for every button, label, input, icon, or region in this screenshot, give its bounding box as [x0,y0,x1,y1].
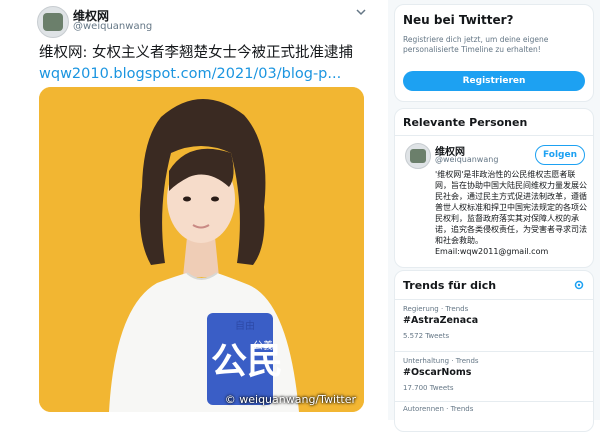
person-handle[interactable]: @weiquanwang [435,155,498,164]
trend-tag[interactable]: #AstraZenaca [403,315,585,326]
divider [395,401,593,402]
divider [395,299,593,300]
trend-item[interactable]: Unterhaltung · Trends #OscarNoms 17.700 … [403,357,585,399]
photo-credit: © weiquanwang/Twitter [224,393,356,406]
chevron-down-icon[interactable] [355,6,367,18]
tweet-photo[interactable]: 自由 公民 公義 © weiquanwang/Twitter [39,87,364,412]
trend-meta: Autorennen · Trends [403,405,474,413]
divider [395,135,593,136]
follow-button[interactable]: Folgen [535,145,585,165]
trends-panel: Trends für dich Regierung · Trends #Astr… [394,270,594,432]
author-avatar[interactable] [37,6,69,38]
divider [395,351,593,352]
signup-description: Registriere dich jetzt, um deine eigene … [403,35,549,54]
author-handle[interactable]: @weiquanwang [73,21,152,32]
trends-title: Trends für dich [403,279,497,292]
trend-meta: Regierung · Trends [403,305,469,313]
trend-item[interactable]: Regierung · Trends #AstraZenaca 5.572 Tw… [403,305,585,347]
shirt-text-top: 自由 [235,319,255,332]
signup-title: Neu bei Twitter? [403,13,514,27]
sidebar: Neu bei Twitter? Registriere dich jetzt,… [388,0,600,432]
trend-item[interactable]: Autorennen · Trends [403,405,585,425]
trend-tag[interactable]: #OscarNoms [403,367,585,378]
trend-count: 5.572 Tweets [403,332,450,340]
people-title: Relevante Personen [403,116,528,129]
person-bio: '维权网'是非政治性的公民维权志愿者联网，旨在协助中国大陆民间维权力量发展公民社… [435,170,587,256]
tweet-link[interactable]: wqw2010.blogspot.com/2021/03/blog-p... [39,64,369,84]
tweet: 维权网 @weiquanwang 维权网: 女权主义者李翘楚女士今被正式批准逮捕… [0,0,388,420]
portrait-illustration: 自由 公民 公義 [39,87,364,412]
relevant-people-panel: Relevante Personen 维权网 @weiquanwang Folg… [394,108,594,268]
register-button[interactable]: Registrieren [403,71,585,91]
trend-count: 17.700 Tweets [403,384,454,392]
trend-meta: Unterhaltung · Trends [403,357,479,365]
signup-panel: Neu bei Twitter? Registriere dich jetzt,… [394,4,594,102]
gear-icon[interactable] [573,279,585,291]
shirt-text-small: 公義 [253,339,273,352]
person-avatar[interactable] [405,143,431,169]
tweet-text: 维权网: 女权主义者李翘楚女士今被正式批准逮捕 [39,45,353,61]
